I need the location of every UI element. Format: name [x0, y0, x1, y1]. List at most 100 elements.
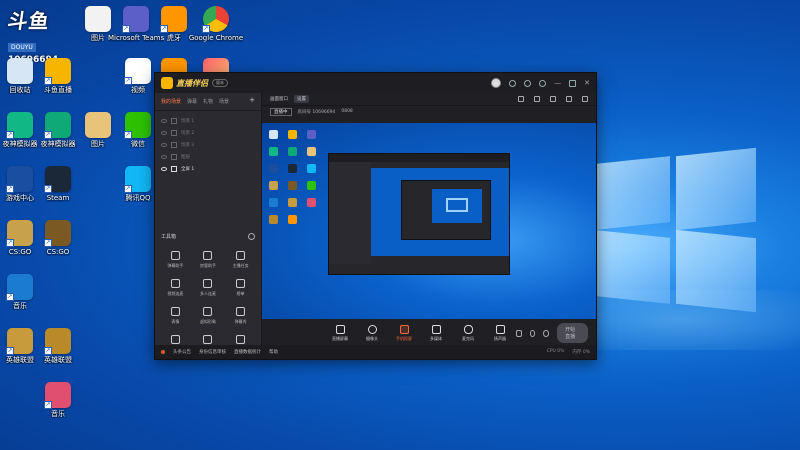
eye-icon[interactable]: [161, 167, 167, 171]
toolbox-title: 工具箱: [161, 234, 177, 240]
scene-item-active[interactable]: 全屏 1: [161, 163, 255, 175]
eye-icon[interactable]: [161, 119, 167, 123]
mini-icon: [307, 181, 316, 190]
tool-avatar[interactable]: 虚拟形象: [192, 307, 225, 325]
desktop-icon-douyu[interactable]: ↗ 斗鱼直播: [30, 58, 86, 94]
toolbox-settings-icon[interactable]: [248, 233, 255, 240]
status-stats[interactable]: 直播数据统计: [234, 349, 261, 355]
scene-item[interactable]: 场景 2: [161, 127, 255, 139]
settings-icon[interactable]: [524, 79, 532, 87]
tab-settings[interactable]: 设置: [294, 95, 309, 103]
desktop-icon-csgo[interactable]: ↗ CS:GO: [30, 220, 86, 256]
tool-icon: [236, 335, 246, 344]
eye-icon[interactable]: [161, 155, 167, 159]
nested-window-2: [401, 180, 491, 240]
tab-scenes[interactable]: 场景: [219, 98, 229, 105]
microphone-button[interactable]: 麦克风: [452, 324, 484, 342]
camera-button[interactable]: 摄像头: [356, 324, 388, 342]
clock-icon[interactable]: [529, 329, 536, 337]
status-bar: 头条公告 身份信息审核 直播数据统计 帮助 CPU 0% 内存 0%: [155, 345, 596, 359]
steam-icon: ↗: [44, 166, 71, 193]
douyu-watermark: 斗鱼 DOUYU 10696694: [6, 5, 58, 65]
music-icon: ↗: [44, 382, 71, 409]
bell-icon[interactable]: [566, 96, 572, 102]
tool-room-admin[interactable]: 房管助手: [192, 251, 225, 269]
mini-icon: [307, 198, 316, 207]
nested-frame: [446, 198, 468, 212]
version-badge[interactable]: 版本: [212, 79, 228, 87]
csgo-icon: ↗: [44, 220, 71, 247]
maximize-icon[interactable]: [569, 79, 577, 87]
desktop-icon-file[interactable]: 图片: [70, 6, 126, 42]
tool-host-task[interactable]: 主播任务: [224, 251, 257, 269]
preview-desktop-icons: [264, 127, 324, 229]
tool-emoji[interactable]: 表情: [159, 307, 192, 325]
tab-gifts[interactable]: 礼物: [203, 98, 213, 105]
gear-icon[interactable]: [543, 329, 550, 337]
status-identity[interactable]: 身份信息审核: [199, 349, 226, 355]
add-scene-icon[interactable]: +: [249, 97, 255, 105]
chrome-icon: ↗: [202, 6, 229, 33]
speaker-icon: [495, 324, 505, 334]
scene-item[interactable]: 场景 3: [161, 139, 255, 151]
tool-multi-link[interactable]: 多人连麦: [192, 279, 225, 297]
tab-danmu[interactable]: 弹幕: [187, 98, 197, 105]
lock-icon[interactable]: [534, 96, 540, 102]
scene-icon: [171, 142, 177, 148]
layout-icon[interactable]: [518, 96, 524, 102]
skin-icon[interactable]: [539, 79, 547, 87]
close-icon[interactable]: ✕: [584, 79, 590, 87]
desktop-icon-lol-wegame[interactable]: ↗ 英雄联盟: [30, 328, 86, 364]
mini-icon: [288, 147, 297, 156]
mini-icon: [288, 215, 297, 224]
left-tabs: 我的场景 弹幕 礼物 场景 +: [155, 93, 261, 111]
record-icon[interactable]: [516, 329, 522, 337]
windows-logo: [596, 147, 756, 313]
status-notice[interactable]: 头条公告: [173, 349, 191, 355]
start-live-button[interactable]: 开始直播: [557, 323, 589, 343]
streaming-app-window[interactable]: 直播伴侣 版本 — ✕ 我的场景 弹幕 礼物 场景 + 场景 1 场景 2 场景…: [154, 72, 597, 360]
phone-cast-button[interactable]: 手机投屏: [388, 324, 420, 342]
mini-icon: [269, 181, 278, 190]
tool-icon: [170, 279, 180, 288]
mini-icon: [269, 130, 278, 139]
tool-video-link[interactable]: 视频连麦: [159, 279, 192, 297]
eye-icon[interactable]: [161, 131, 167, 135]
tool-danmu-helper[interactable]: 弹幕助手: [159, 251, 192, 269]
media-button[interactable]: 多媒体: [420, 324, 452, 342]
huya-icon: ↗: [160, 6, 187, 33]
scene-item[interactable]: 场景 1: [161, 115, 255, 127]
mini-icon: [269, 215, 278, 224]
douyu-app-icon: ↗: [44, 58, 71, 85]
share-icon[interactable]: [582, 96, 588, 102]
mini-icon: [307, 130, 316, 139]
status-metrics: CPU 0% 内存 0%: [547, 349, 590, 355]
tool-danmu-show[interactable]: 弹幕秀: [224, 307, 257, 325]
right-panel: 画面窗口 设置 直播中 房间号 10696694 0808 直播屏幕 摄像头 手…: [262, 93, 596, 345]
phone-icon: [399, 324, 409, 334]
stream-preview[interactable]: [262, 123, 596, 319]
status-help[interactable]: 帮助: [269, 349, 278, 355]
tool-icon: [170, 251, 180, 260]
desktop-icon-chrome[interactable]: ↗ Google Chrome: [188, 6, 244, 42]
microphone-icon: [463, 324, 473, 334]
screen-capture-button[interactable]: 直播屏幕: [324, 324, 356, 342]
desktop-icon-steam[interactable]: ↗ Steam: [30, 166, 86, 202]
help-icon[interactable]: [509, 79, 517, 87]
tab-preview[interactable]: 画面窗口: [270, 96, 288, 102]
desktop-icon-music[interactable]: ↗ 音乐: [30, 382, 86, 418]
tool-ranking[interactable]: 榜单: [224, 279, 257, 297]
avatar[interactable]: [491, 78, 502, 88]
minimize-icon[interactable]: —: [554, 79, 561, 87]
record-icon[interactable]: [550, 96, 556, 102]
desktop-icon-tool[interactable]: ↗ 音乐: [0, 274, 48, 310]
source-buttons: 直播屏幕 摄像头 手机投屏 多媒体 麦克风 扬声器: [324, 324, 516, 342]
scene-item[interactable]: 图层: [161, 151, 255, 163]
title-bar[interactable]: 直播伴侣 版本 — ✕: [155, 73, 596, 93]
eye-icon[interactable]: [161, 143, 167, 147]
app-name: 直播伴侣: [176, 78, 208, 88]
speaker-button[interactable]: 扬声器: [484, 324, 516, 342]
tab-my-scenes[interactable]: 我的场景: [161, 98, 181, 105]
nested-left-panel: [329, 162, 371, 264]
qq-icon: ↗: [124, 166, 151, 193]
